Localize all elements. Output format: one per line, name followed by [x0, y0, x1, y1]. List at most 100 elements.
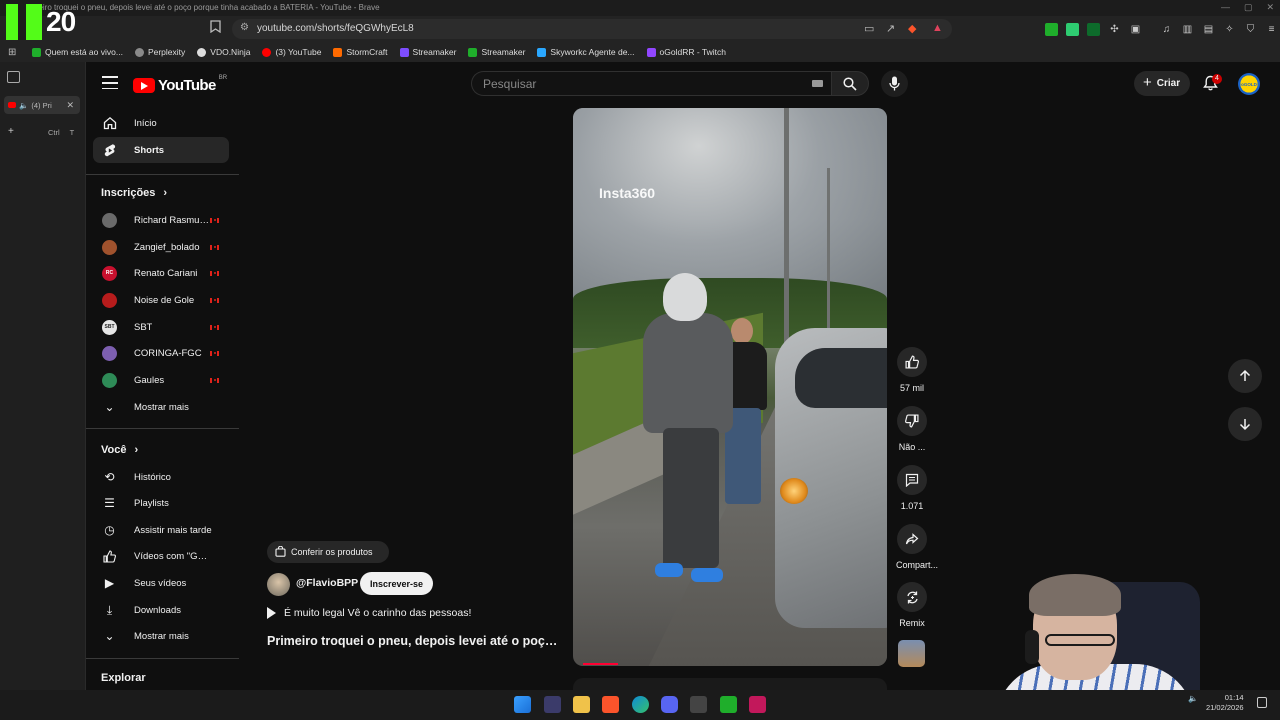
taskbar-app-icon[interactable] — [749, 696, 766, 713]
capture-icon[interactable]: ▣ — [1129, 23, 1142, 36]
previous-short-button[interactable] — [1228, 359, 1262, 393]
audio-link[interactable]: É muito legal Vê o carinho das pessoas! — [267, 607, 471, 619]
extension-excel-icon[interactable] — [1087, 22, 1100, 36]
remix-button[interactable] — [897, 582, 927, 612]
system-clock[interactable]: 01:14 21/02/2026 — [1206, 693, 1244, 713]
taskbar-app-icon[interactable] — [544, 696, 561, 713]
sidebar-item-watch-later[interactable]: ◷ Assistir mais tarde — [93, 517, 229, 543]
you-header[interactable]: Você › — [101, 444, 138, 456]
bookmark-item[interactable]: Streamaker — [468, 47, 525, 57]
share-action[interactable]: Compart... — [896, 524, 938, 570]
keyboard-icon[interactable] — [812, 80, 823, 87]
sidebar-item-your-videos[interactable]: ▶ Seus vídeos — [93, 570, 229, 596]
brave-shields-icon[interactable]: ◆ — [908, 22, 916, 35]
sidebar-item-history[interactable]: ⟲ Histórico — [93, 464, 229, 490]
subscribe-button[interactable]: Inscrever-se — [360, 572, 433, 595]
share-page-icon[interactable]: ↗ — [886, 22, 895, 35]
bookmark-item[interactable]: (3) YouTube — [262, 47, 321, 57]
sidebar-item-subscription[interactable]: RC Renato Cariani — [93, 260, 229, 286]
bookmark-icon[interactable] — [210, 20, 224, 36]
minimize-icon[interactable]: — — [1221, 2, 1230, 13]
notification-center-icon[interactable] — [1257, 697, 1267, 708]
speaker-icon[interactable]: 🔈 — [19, 101, 28, 110]
tab-label: (4) Pri — [31, 100, 52, 110]
channel-avatar[interactable] — [267, 573, 290, 596]
short-title[interactable]: Primeiro troquei o pneu, depois levei at… — [267, 634, 563, 648]
like-button[interactable] — [897, 347, 927, 377]
tab-youtube[interactable]: 🔈 (4) Pri ✕ — [4, 96, 80, 114]
remix-action[interactable]: Remix — [896, 582, 928, 628]
bookmark-item[interactable]: oGoldRR - Twitch — [646, 47, 726, 57]
show-more-you[interactable]: ⌄ Mostrar mais — [93, 623, 229, 649]
wallet-icon[interactable]: ▤ — [1202, 23, 1215, 36]
leo-ai-icon[interactable]: ✧ — [1223, 23, 1236, 36]
subscriptions-header[interactable]: Inscrições › — [101, 187, 167, 199]
account-avatar[interactable]: oGOLD — [1238, 73, 1260, 95]
comments-button[interactable] — [897, 465, 927, 495]
view-products-button[interactable]: Conferir os produtos — [267, 541, 389, 563]
next-short-button[interactable] — [1228, 407, 1262, 441]
maximize-icon[interactable]: ▢ — [1244, 2, 1253, 13]
sidebar-item-subscription[interactable]: Zangief_bolado — [93, 234, 229, 260]
apps-grid-icon[interactable]: ⊞ — [8, 47, 20, 58]
comments-action[interactable]: 1.071 — [896, 465, 928, 511]
voice-search-button[interactable] — [881, 70, 908, 97]
share-button[interactable] — [897, 524, 927, 554]
like-action[interactable]: 57 mil — [896, 347, 928, 393]
volume-icon[interactable]: 🔈 — [1188, 694, 1198, 703]
close-window-icon[interactable]: ✕ — [1266, 2, 1274, 13]
show-more-subscriptions[interactable]: ⌄ Mostrar mais — [93, 394, 229, 420]
channel-avatar-text: SBT — [104, 324, 115, 330]
search-input[interactable] — [472, 72, 792, 95]
sidebar-item-subscription[interactable]: Noise de Gole — [93, 287, 229, 313]
sidebar-item-downloads[interactable]: ⤓ Downloads — [93, 597, 229, 623]
edge-browser-icon[interactable] — [632, 696, 649, 713]
bookmark-item[interactable]: Perplexity — [134, 47, 185, 57]
sidebar-toggle-icon[interactable]: ▥ — [1181, 23, 1194, 36]
bookmark-label: oGoldRR - Twitch — [659, 47, 726, 57]
sidebar-item-subscription[interactable]: Gaules — [93, 367, 229, 393]
url-text[interactable]: youtube.com/shorts/feQGWhyEcL8 — [257, 23, 414, 34]
sidebar-panel-icon[interactable] — [7, 71, 20, 83]
video-progress-bar[interactable] — [583, 663, 618, 665]
vpn-icon[interactable]: ⛉ — [1244, 23, 1257, 36]
file-explorer-icon[interactable] — [573, 696, 590, 713]
discord-icon[interactable] — [661, 696, 678, 713]
site-settings-icon[interactable]: ⚙ — [240, 22, 249, 33]
extension-chat-icon[interactable] — [1066, 22, 1079, 36]
sidebar-item-shorts[interactable]: Shorts — [93, 137, 229, 163]
channel-name[interactable]: @FlavioBPP — [296, 577, 358, 589]
youtube-logo[interactable]: YouTube BR — [133, 75, 227, 95]
media-icon[interactable]: ♫ — [1160, 23, 1173, 36]
sidebar-item-home[interactable]: Início — [93, 110, 229, 136]
audio-source-thumbnail[interactable] — [898, 640, 925, 667]
search-button[interactable] — [831, 71, 869, 96]
menu-hamburger-icon[interactable] — [102, 76, 118, 90]
streaming-app-icon[interactable] — [720, 696, 737, 713]
sidebar-item-subscription[interactable]: Richard Rasmus... — [93, 207, 229, 233]
sidebar-item-playlists[interactable]: ☰ Playlists — [93, 490, 229, 516]
bookmark-item[interactable]: VDO.Ninja — [197, 47, 250, 57]
bookmark-item[interactable]: Quem está ao vivo... — [32, 47, 123, 57]
sidebar-item-subscription[interactable]: SBT SBT — [93, 314, 229, 340]
brave-rewards-icon[interactable]: ▲ — [932, 22, 943, 34]
sidebar-item-liked-videos[interactable]: Vídeos com "Gostei" — [93, 543, 229, 569]
close-tab-icon[interactable]: ✕ — [66, 100, 74, 111]
cast-icon[interactable]: ▭ — [864, 22, 874, 35]
shorts-video-player[interactable]: Insta360 — [573, 108, 887, 666]
address-bar[interactable]: ⚙ youtube.com/shorts/feQGWhyEcL8 ▭ ↗ ◆ ▲ — [232, 19, 952, 39]
sidebar-item-subscription[interactable]: CORINGA-FGC — [93, 340, 229, 366]
taskbar-app-icon[interactable] — [690, 696, 707, 713]
new-tab-icon[interactable]: + — [8, 126, 14, 137]
bookmark-item[interactable]: Streamaker — [399, 47, 456, 57]
puzzle-icon[interactable]: ✣ — [1108, 23, 1121, 36]
start-icon[interactable] — [514, 696, 531, 713]
menu-icon[interactable]: ≡ — [1265, 23, 1278, 36]
create-button[interactable]: + Criar — [1134, 71, 1190, 96]
brave-browser-icon[interactable] — [602, 696, 619, 713]
dislike-action[interactable]: Não ... — [896, 406, 928, 452]
bookmark-item[interactable]: StormCraft — [333, 47, 388, 57]
dislike-button[interactable] — [897, 406, 927, 436]
extension-green-icon[interactable] — [1045, 22, 1058, 36]
bookmark-item[interactable]: Skyworkc Agente de... — [537, 47, 635, 57]
